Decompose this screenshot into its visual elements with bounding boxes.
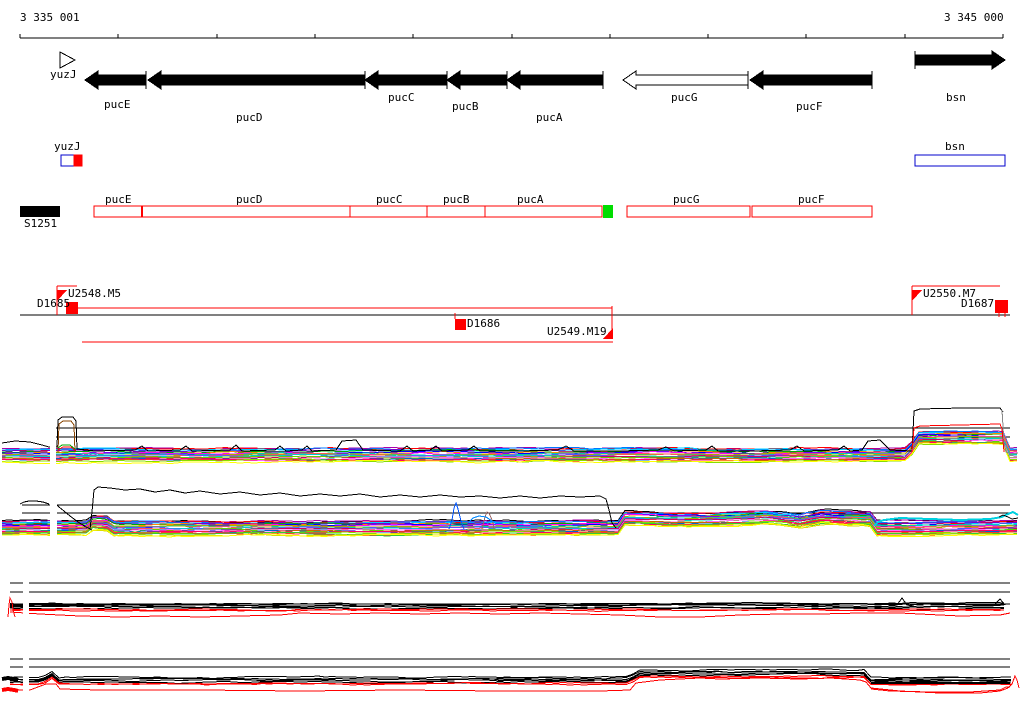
segment-green-box[interactable] bbox=[603, 205, 613, 218]
profile-panel-4-gap bbox=[23, 654, 29, 699]
segment-box-pucF[interactable] bbox=[751, 205, 873, 218]
profile-panel-4-trace bbox=[10, 670, 1011, 682]
segment-label-pucC: pucC bbox=[376, 193, 403, 206]
segment-label-pucD: pucD bbox=[236, 193, 263, 206]
segment-box-S1251[interactable] bbox=[20, 206, 60, 217]
gene-arrow-pucF[interactable] bbox=[749, 70, 873, 90]
segment-box-pucG[interactable] bbox=[626, 205, 751, 218]
profile-panel-2-trace bbox=[19, 500, 50, 505]
gene-label-pucD: pucD bbox=[236, 111, 263, 124]
bsn-box[interactable] bbox=[914, 154, 1006, 167]
gene-box-label-bsn: bsn bbox=[945, 140, 965, 153]
marker-label-d1685: D1685 bbox=[37, 297, 71, 310]
gene-arrow-pucE[interactable] bbox=[84, 70, 147, 90]
segment-box-pucD[interactable] bbox=[141, 205, 351, 218]
marker-flag[interactable] bbox=[912, 290, 922, 301]
gene-label-pucE: pucE bbox=[104, 98, 131, 111]
profile-panel-2-gap bbox=[50, 484, 57, 550]
segment-label-pucB: pucB bbox=[443, 193, 470, 206]
segment-box-pucE[interactable] bbox=[93, 205, 143, 218]
gene-arrow-pucB[interactable] bbox=[446, 70, 508, 90]
marker-label-d1687: D1687 bbox=[961, 297, 995, 310]
gene-label-pucC: pucC bbox=[388, 91, 415, 104]
profile-panel-4-trace bbox=[870, 686, 1010, 693]
marker-label-d1686: D1686 bbox=[467, 317, 501, 330]
profile-panel-3-trace bbox=[9, 611, 1011, 618]
yuzJ-box[interactable] bbox=[60, 154, 75, 167]
gene-box-label-yuzJ: yuzJ bbox=[54, 140, 81, 153]
profile-panel-1-gap bbox=[50, 403, 56, 471]
gene-label-bsn: bsn bbox=[946, 91, 966, 104]
gene-label-pucB: pucB bbox=[452, 100, 479, 113]
marker-label-u2549m19: U2549.M19 bbox=[547, 325, 607, 338]
gene-arrow-pucG[interactable] bbox=[622, 70, 749, 90]
segment-label-pucF: pucF bbox=[798, 193, 825, 206]
gene-arrow-yuzJ[interactable] bbox=[59, 51, 77, 69]
marker-probe-box[interactable] bbox=[995, 300, 1008, 313]
gene-arrow-pucA[interactable] bbox=[506, 70, 604, 90]
marker-probe-box[interactable] bbox=[455, 319, 466, 330]
gene-label-pucG: pucG bbox=[671, 91, 698, 104]
gene-arrow-pucC[interactable] bbox=[364, 70, 448, 90]
gene-label-pucF: pucF bbox=[796, 100, 823, 113]
gene-arrow-pucD[interactable] bbox=[147, 70, 366, 90]
segment-divider bbox=[141, 206, 143, 217]
marker-label-u2548m5: U2548.M5 bbox=[68, 287, 121, 300]
gene-label-pucA: pucA bbox=[536, 111, 563, 124]
segment-label-pucG: pucG bbox=[673, 193, 700, 206]
segment-box-pucB[interactable] bbox=[426, 205, 486, 218]
profile-panel-3-gap bbox=[23, 578, 29, 623]
segment-box-pucC[interactable] bbox=[349, 205, 428, 218]
genome-browser-view: 3 335 001 3 345 000 yuzJ pucE pucD pucC pucB… bbox=[0, 0, 1024, 714]
profile-panel-4-trace bbox=[1, 675, 19, 682]
yuzJ-box-red[interactable] bbox=[73, 154, 83, 167]
browser-canvas bbox=[1, 34, 1020, 699]
gene-label-yuzJ: yuzJ bbox=[50, 68, 77, 81]
segment-box-pucA[interactable] bbox=[484, 205, 603, 218]
segment-label-pucE: pucE bbox=[105, 193, 132, 206]
segment-label-pucA: pucA bbox=[517, 193, 544, 206]
segment-label-S1251: S1251 bbox=[24, 217, 58, 230]
gene-arrow-bsn[interactable] bbox=[914, 50, 1006, 70]
profile-panel-1-trace bbox=[1, 407, 1004, 452]
